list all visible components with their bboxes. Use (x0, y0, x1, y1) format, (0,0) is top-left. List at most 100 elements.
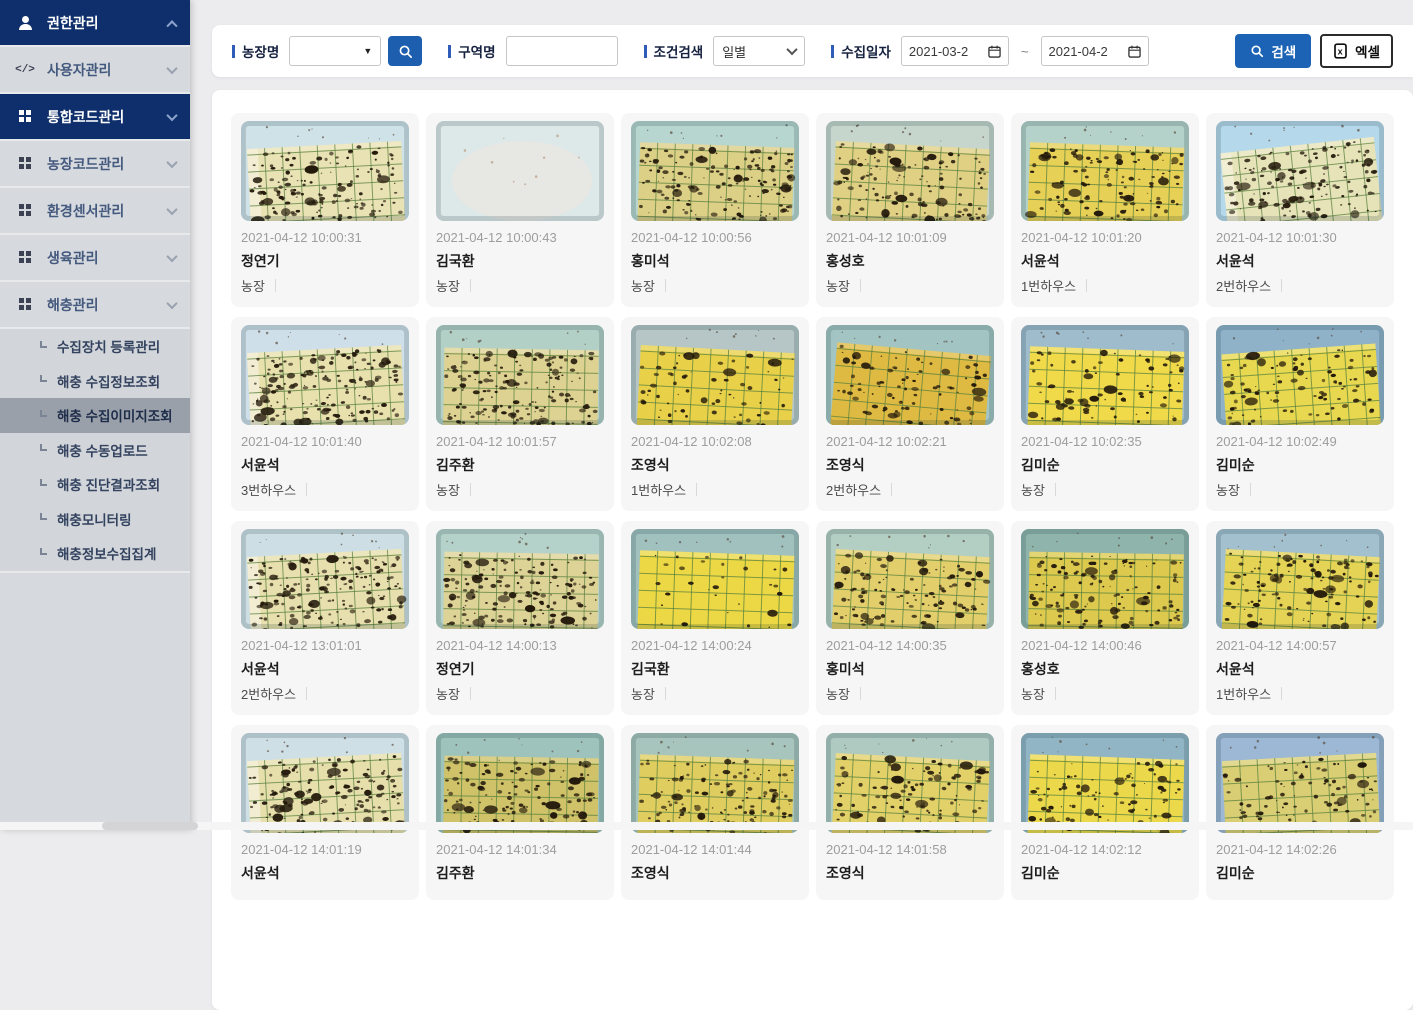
trap-photo (436, 733, 604, 833)
pest-image-card[interactable]: 2021-04-12 13:01:01 서윤석 2번하우스 (231, 521, 419, 715)
sidebar-subitem-label: 해충모니터링 (57, 509, 132, 529)
pest-image-card[interactable]: 2021-04-12 14:00:13 정연기 농장 (426, 521, 614, 715)
pest-image-card[interactable]: 2021-04-12 10:02:35 김미순 농장 (1011, 317, 1199, 511)
sidebar-item[interactable]: 농장코드관리 (0, 141, 190, 186)
pest-image-card[interactable]: 2021-04-12 10:01:40 서윤석 3번하우스 (231, 317, 419, 511)
sidebar-item[interactable]: 통합코드관리 (0, 94, 190, 139)
chevron-down-icon (787, 44, 798, 55)
pest-image-card[interactable]: 2021-04-12 10:02:49 김미순 농장 (1206, 317, 1394, 511)
horizontal-scrollbar[interactable] (0, 822, 1413, 830)
sidebar-item-label: 생육관리 (47, 248, 99, 268)
pest-image-card[interactable]: 2021-04-12 10:01:09 홍성호 농장 (816, 113, 1004, 307)
location-label: 2번하우스 (241, 684, 296, 703)
divider (1086, 279, 1087, 292)
trap-photo (826, 325, 994, 425)
sidebar-item[interactable]: 생육관리 (0, 235, 190, 280)
trap-photo (1021, 121, 1189, 221)
pest-image-card[interactable]: 2021-04-12 10:01:30 서윤석 2번하우스 (1206, 113, 1394, 307)
sidebar-item-label: 해충관리 (47, 295, 99, 315)
filter-actions: 검색 x 엑셀 (1235, 34, 1393, 68)
pest-image-card[interactable]: 2021-04-12 14:01:34 김주환 (426, 725, 614, 900)
trap-photo (436, 325, 604, 425)
capture-timestamp: 2021-04-12 14:01:34 (436, 842, 604, 857)
excel-button[interactable]: x 엑셀 (1320, 34, 1393, 68)
pest-image-card[interactable]: 2021-04-12 14:00:35 홍미석 농장 (816, 521, 1004, 715)
trap-photo (241, 733, 409, 833)
farmer-name: 정연기 (241, 251, 409, 271)
trap-photo (1021, 733, 1189, 833)
trap-photo (631, 325, 799, 425)
date-to-input[interactable]: 2021-04-2 (1041, 36, 1149, 66)
dropdown-arrow-icon: ▼ (363, 46, 372, 56)
capture-timestamp: 2021-04-12 10:01:09 (826, 230, 994, 245)
l-branch-icon (40, 375, 47, 382)
capture-timestamp: 2021-04-12 14:00:57 (1216, 638, 1384, 653)
pest-image-card[interactable]: 2021-04-12 10:02:08 조영식 1번하우스 (621, 317, 809, 511)
trap-photo (826, 529, 994, 629)
date-from-input[interactable]: 2021-03-2 (901, 36, 1009, 66)
l-branch-icon (40, 444, 47, 451)
pest-image-card[interactable]: 2021-04-12 10:00:31 정연기 농장 (231, 113, 419, 307)
sidebar-item[interactable]: 권한관리 (0, 0, 190, 45)
location-label: 1번하우스 (631, 480, 686, 499)
trap-photo (1216, 733, 1384, 833)
trap-photo (436, 529, 604, 629)
horizontal-scrollbar-thumb[interactable] (102, 822, 198, 830)
svg-text:x: x (1338, 47, 1343, 57)
pest-image-card[interactable]: 2021-04-12 10:01:57 김주환 농장 (426, 317, 614, 511)
farm-select[interactable]: ▼ (289, 36, 381, 66)
sidebar-subitem[interactable]: 수집장치 등록관리 (0, 329, 190, 364)
sidebar-subitem[interactable]: 해충 수동업로드 (0, 433, 190, 468)
sidebar-item-label: 환경센서관리 (47, 201, 124, 221)
capture-timestamp: 2021-04-12 14:00:46 (1021, 638, 1189, 653)
sidebar-item[interactable]: 사용자관리 (0, 47, 190, 92)
search-button[interactable]: 검색 (1235, 34, 1311, 68)
farmer-name: 김주환 (436, 455, 604, 475)
sidebar-item[interactable]: 환경센서관리 (0, 188, 190, 233)
sidebar-subitem[interactable]: 해충모니터링 (0, 502, 190, 537)
condition-select[interactable]: 일별 (713, 36, 805, 66)
capture-timestamp: 2021-04-12 10:01:20 (1021, 230, 1189, 245)
capture-timestamp: 2021-04-12 14:02:12 (1021, 842, 1189, 857)
farm-search-icon-button[interactable] (388, 36, 422, 66)
location-label: 농장 (436, 684, 460, 703)
pest-image-card[interactable]: 2021-04-12 10:00:43 김국환 농장 (426, 113, 614, 307)
pest-image-card[interactable]: 2021-04-12 14:02:12 김미순 (1011, 725, 1199, 900)
farmer-name: 김미순 (1021, 863, 1189, 883)
farmer-name: 서윤석 (1216, 251, 1384, 271)
sidebar-subitem[interactable]: 해충 진단결과조회 (0, 467, 190, 502)
chevron-icon (166, 62, 177, 73)
pest-image-card[interactable]: 2021-04-12 10:01:20 서윤석 1번하우스 (1011, 113, 1199, 307)
pest-image-card[interactable]: 2021-04-12 14:00:24 김국환 농장 (621, 521, 809, 715)
pest-image-card[interactable]: 2021-04-12 14:00:57 서윤석 1번하우스 (1206, 521, 1394, 715)
farmer-name: 김미순 (1021, 455, 1189, 475)
trap-photo (631, 733, 799, 833)
divider (470, 483, 471, 496)
location-label: 농장 (1021, 684, 1045, 703)
date-from-value: 2021-03-2 (909, 44, 968, 59)
sidebar-subitem[interactable]: 해충정보수집집계 (0, 536, 190, 571)
date-filter-group: 수집일자 2021-03-2 ~ 2021-04-2 (831, 36, 1148, 66)
pest-image-card[interactable]: 2021-04-12 10:00:56 홍미석 농장 (621, 113, 809, 307)
location-label: 농장 (826, 684, 850, 703)
capture-timestamp: 2021-04-12 14:01:19 (241, 842, 409, 857)
chevron-icon (166, 109, 177, 120)
pest-image-card[interactable]: 2021-04-12 14:01:44 조영식 (621, 725, 809, 900)
pest-image-card[interactable]: 2021-04-12 14:01:58 조영식 (816, 725, 1004, 900)
sidebar-subitem[interactable]: 해충 수집정보조회 (0, 364, 190, 399)
pest-image-card[interactable]: 2021-04-12 14:00:46 홍성호 농장 (1011, 521, 1199, 715)
sidebar-item[interactable]: 해충관리 (0, 282, 190, 327)
sidebar-subnav: 수집장치 등록관리 해충 수집정보조회 해충 수집이미지조회 해충 수동업로드 … (0, 329, 190, 571)
code-icon (16, 64, 34, 76)
pest-image-card[interactable]: 2021-04-12 10:02:21 조영식 2번하우스 (816, 317, 1004, 511)
pest-image-card[interactable]: 2021-04-12 14:01:19 서윤석 (231, 725, 419, 900)
pest-image-card[interactable]: 2021-04-12 14:02:26 김미순 (1206, 725, 1394, 900)
date-to-value: 2021-04-2 (1049, 44, 1108, 59)
zone-input[interactable] (506, 36, 618, 66)
farmer-name: 서윤석 (1021, 251, 1189, 271)
location-label: 2번하우스 (1216, 276, 1271, 295)
divider (665, 687, 666, 700)
location-label: 2번하우스 (826, 480, 881, 499)
sidebar-subitem[interactable]: 해충 수집이미지조회 (0, 398, 190, 433)
farmer-name: 홍성호 (826, 251, 994, 271)
